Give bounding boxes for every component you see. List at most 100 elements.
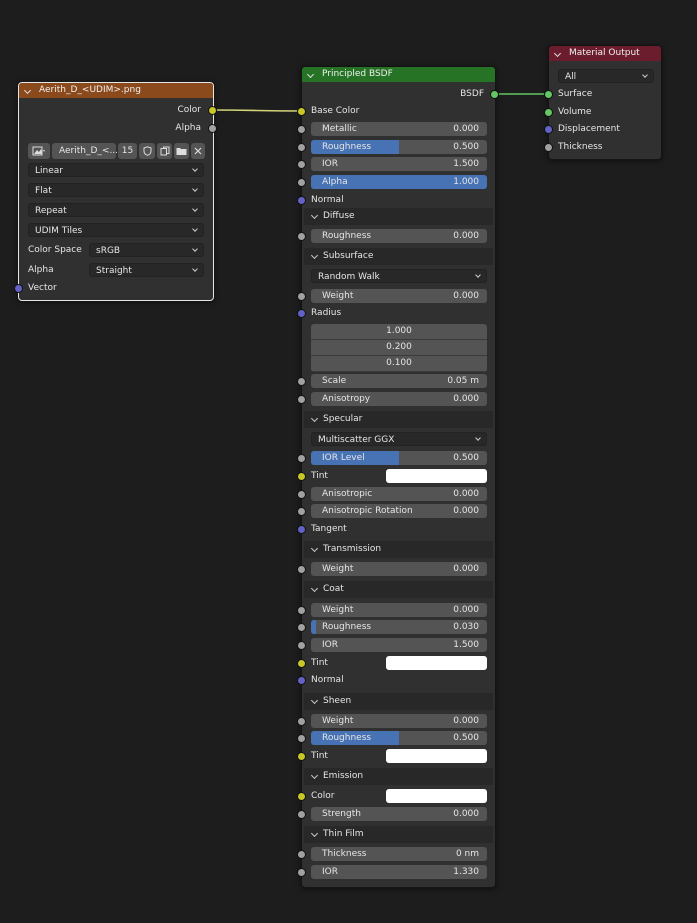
alpha-socket[interactable] (298, 179, 305, 186)
ior-socket[interactable] (298, 161, 305, 168)
principled-bsdf-node[interactable]: Principled BSDF BSDF Base Color Metallic… (298, 66, 498, 888)
image-selector[interactable]: Aerith_D_<... 15 (28, 143, 205, 159)
transmission-panel-header[interactable]: Transmission (304, 541, 493, 558)
interpolation-dropdown[interactable]: Linear (28, 163, 204, 177)
ior-level-slider[interactable]: IOR Level 0.500 (311, 451, 487, 465)
coat-normal-socket[interactable] (298, 677, 305, 684)
emission-color-swatch[interactable] (386, 789, 487, 803)
specular-panel-header[interactable]: Specular (304, 411, 493, 428)
collapse-chevron-icon[interactable] (306, 70, 315, 79)
image-users-count[interactable]: 15 (118, 143, 137, 159)
open-image-button[interactable] (174, 143, 189, 159)
radius-x-field[interactable]: 1.000 (311, 324, 487, 340)
transmission-weight-field[interactable]: Weight 0.000 (311, 562, 487, 576)
thin-film-panel-header[interactable]: Thin Film (304, 826, 493, 843)
coat-weight-field[interactable]: Weight 0.000 (311, 603, 487, 617)
coat-weight-socket[interactable] (298, 607, 305, 614)
specular-distribution-dropdown[interactable]: Multiscatter GGX (311, 432, 487, 446)
subsurface-panel-header[interactable]: Subsurface (304, 248, 493, 265)
bsdf-output-socket[interactable] (491, 91, 498, 98)
subsurface-radius-socket[interactable] (298, 310, 305, 317)
anisotropic-socket[interactable] (298, 491, 305, 498)
emission-color-socket[interactable] (298, 793, 305, 800)
coat-panel-header[interactable]: Coat (304, 581, 493, 598)
image-texture-node[interactable]: Aerith_D_<UDIM>.png Color Alpha Aerith_D… (15, 82, 216, 301)
unlink-image-button[interactable] (191, 143, 205, 159)
collapse-chevron-icon[interactable] (553, 49, 562, 58)
emission-strength-socket[interactable] (298, 811, 305, 818)
color-output-socket[interactable] (209, 107, 216, 114)
output-node-header[interactable]: Material Output (549, 46, 661, 61)
surface-input-socket[interactable] (545, 91, 552, 98)
transmission-weight-socket[interactable] (298, 566, 305, 573)
coat-ior-field[interactable]: IOR 1.500 (311, 638, 487, 652)
sheen-weight-field[interactable]: Weight 0.000 (311, 714, 487, 728)
anisotropic-field[interactable]: Anisotropic 0.000 (311, 487, 487, 501)
emission-strength-field[interactable]: Strength 0.000 (311, 807, 487, 821)
projection-dropdown[interactable]: Flat (28, 183, 204, 197)
alpha-slider[interactable]: Alpha 1.000 (311, 175, 487, 189)
radius-y-field[interactable]: 0.200 (311, 340, 487, 356)
subsurface-weight-field[interactable]: Weight 0.000 (311, 289, 487, 303)
alpha-mode-dropdown[interactable]: Straight (89, 263, 204, 277)
color-space-dropdown[interactable]: sRGB (89, 243, 204, 257)
sheen-panel-header[interactable]: Sheen (304, 693, 493, 710)
sheen-weight-socket[interactable] (298, 718, 305, 725)
tangent-socket[interactable] (298, 526, 305, 533)
material-output-node[interactable]: Material Output All Surface Volume Displ… (545, 45, 662, 160)
sheen-tint-swatch[interactable] (386, 749, 487, 763)
subsurface-method-dropdown[interactable]: Random Walk (311, 269, 487, 283)
chevron-down-icon (475, 435, 481, 441)
sheen-roughness-slider[interactable]: Roughness 0.500 (311, 731, 487, 745)
output-target-dropdown[interactable]: All (558, 69, 654, 83)
sheen-roughness-socket[interactable] (298, 735, 305, 742)
sheen-tint-socket[interactable] (298, 753, 305, 760)
coat-tint-socket[interactable] (298, 660, 305, 667)
displacement-input-socket[interactable] (545, 126, 552, 133)
anisotropic-rotation-field[interactable]: Anisotropic Rotation 0.000 (311, 504, 487, 518)
source-dropdown[interactable]: UDIM Tiles (28, 223, 204, 237)
ior-level-socket[interactable] (298, 455, 305, 462)
coat-roughness-slider[interactable]: Roughness 0.030 (311, 620, 487, 634)
specular-tint-socket[interactable] (298, 473, 305, 480)
ior-field[interactable]: IOR 1.500 (311, 157, 487, 171)
thin-film-thickness-field[interactable]: Thickness 0 nm (311, 847, 487, 861)
coat-ior-socket[interactable] (298, 642, 305, 649)
subsurface-weight-socket[interactable] (298, 293, 305, 300)
thin-film-ior-socket[interactable] (298, 869, 305, 876)
emission-panel-header[interactable]: Emission (304, 768, 493, 785)
diffuse-roughness-socket[interactable] (298, 233, 305, 240)
extension-dropdown[interactable]: Repeat (28, 203, 204, 217)
anisotropic-rotation-socket[interactable] (298, 508, 305, 515)
image-name-field[interactable]: Aerith_D_<... (52, 143, 118, 159)
normal-socket[interactable] (298, 197, 305, 204)
thickness-input-socket[interactable] (545, 144, 552, 151)
volume-input-socket[interactable] (545, 109, 552, 116)
subsurface-anisotropy-field[interactable]: Anisotropy 0.000 (311, 392, 487, 406)
fake-user-button[interactable] (139, 143, 155, 159)
roughness-slider[interactable]: Roughness 0.500 (311, 140, 487, 154)
subsurface-scale-field[interactable]: Scale 0.05 m (311, 374, 487, 388)
metallic-field[interactable]: Metallic 0.000 (311, 122, 487, 136)
subsurface-radius-vector[interactable]: 1.000 0.200 0.100 (311, 324, 487, 372)
new-image-button[interactable] (157, 143, 172, 159)
vector-input-socket[interactable] (15, 285, 22, 292)
diffuse-panel-header[interactable]: Diffuse (304, 208, 493, 225)
coat-roughness-socket[interactable] (298, 624, 305, 631)
diffuse-roughness-field[interactable]: Roughness 0.000 (311, 229, 487, 243)
alpha-output-socket[interactable] (209, 125, 216, 132)
collapse-chevron-icon[interactable] (23, 86, 32, 95)
specular-tint-swatch[interactable] (386, 469, 487, 483)
roughness-socket[interactable] (298, 144, 305, 151)
subsurface-anisotropy-socket[interactable] (298, 396, 305, 403)
radius-z-field[interactable]: 0.100 (311, 356, 487, 372)
bsdf-header[interactable]: Principled BSDF (302, 67, 495, 82)
image-node-header[interactable]: Aerith_D_<UDIM>.png (19, 83, 213, 98)
base-color-socket[interactable] (298, 108, 305, 115)
thin-film-ior-field[interactable]: IOR 1.330 (311, 865, 487, 879)
image-browse-button[interactable] (28, 143, 50, 159)
metallic-socket[interactable] (298, 126, 305, 133)
coat-tint-swatch[interactable] (386, 656, 487, 670)
subsurface-scale-socket[interactable] (298, 378, 305, 385)
thin-film-thickness-socket[interactable] (298, 851, 305, 858)
